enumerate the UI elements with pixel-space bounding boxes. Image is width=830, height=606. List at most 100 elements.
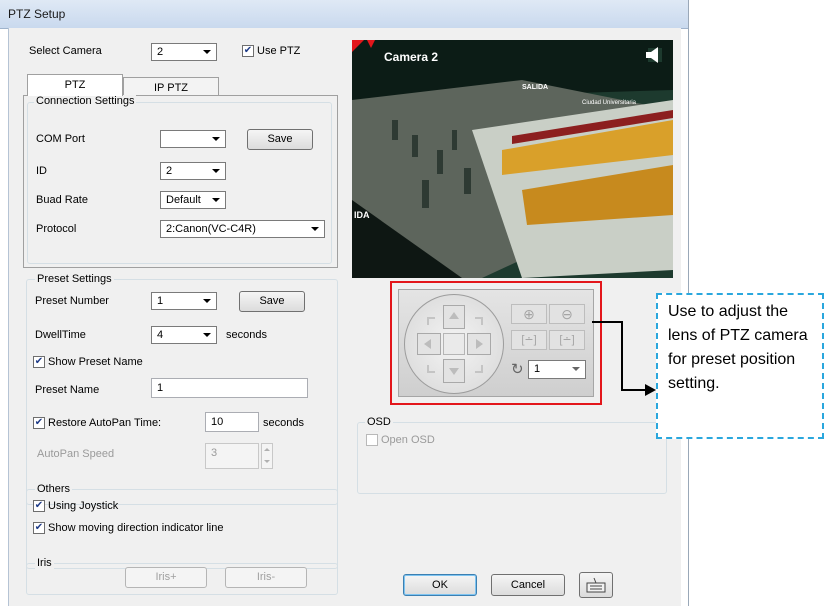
zoom-in-icon[interactable]: ⊕ [511,304,547,324]
arrow-left-icon [424,339,431,349]
chevron-down-icon [212,137,220,141]
pan-center-button[interactable] [443,333,465,355]
chevron-down-icon [203,50,211,54]
preset-name-input[interactable]: 1 [151,378,308,398]
ptz-control-highlight: ⊕ ⊖ [∸] [∸] ↻ 1 [390,281,602,405]
callout-connector-vertical [621,321,623,391]
osd-group [357,422,667,494]
keyboard-button[interactable] [579,572,613,598]
com-port-dropdown[interactable] [160,130,226,148]
com-port-label: COM Port [36,133,85,145]
callout-connector-horizontal [592,321,623,323]
arrow-up-icon [449,312,459,319]
dwell-time-unit: seconds [226,329,267,341]
chevron-down-icon [212,198,220,202]
dwell-time-label: DwellTime [35,329,86,341]
chevron-down-icon [311,227,319,231]
use-ptz-checkbox[interactable]: ✔ [242,45,254,57]
connection-settings-title: Connection Settings [34,95,137,107]
tab-ip-ptz[interactable]: IP PTZ [123,77,219,97]
preset-settings-title: Preset Settings [35,273,114,285]
iris-minus-button[interactable]: Iris- [225,567,307,588]
connection-save-button[interactable]: Save [247,129,313,150]
show-direction-line-checkbox[interactable]: ✔ [33,522,45,534]
dwell-time-dropdown[interactable]: 4 [151,326,217,344]
focus-near-icon[interactable]: [∸] [511,330,547,350]
camera-marker-icon [366,40,376,48]
iris-plus-button[interactable]: Iris+ [125,567,207,588]
protocol-value: 2:Canon(VC-C4R) [166,223,256,235]
restore-autopan-checkbox[interactable]: ✔ [33,417,45,429]
audio-icon[interactable] [644,48,664,64]
focus-far-icon[interactable]: [∸] [549,330,585,350]
chevron-down-icon [212,169,220,173]
open-osd-label: Open OSD [381,434,435,446]
dialog-body: Select Camera 2 ✔ Use PTZ PTZ IP PTZ Con… [8,28,681,606]
select-camera-label: Select Camera [29,45,102,57]
baud-rate-label: Buad Rate [36,194,88,206]
chevron-down-icon [203,333,211,337]
protocol-dropdown[interactable]: 2:Canon(VC-C4R) [160,220,325,238]
use-ptz-label: Use PTZ [257,45,301,57]
window-title: PTZ Setup [8,7,66,21]
direction-pad[interactable] [404,294,504,394]
station-sign-salida: SALIDA [522,84,549,91]
spin-down-icon[interactable] [264,460,270,463]
baud-rate-dropdown[interactable]: Default [160,191,226,209]
connection-settings-group [27,102,332,264]
ok-button[interactable]: OK [403,574,477,596]
cancel-button[interactable]: Cancel [491,574,565,596]
preset-save-button[interactable]: Save [239,291,305,312]
callout-text: Use to adjust the lens of PTZ camera for… [668,303,808,392]
show-preset-name-label: Show Preset Name [48,356,143,368]
iris-title: Iris [35,557,54,569]
others-title: Others [35,483,73,495]
ptz-speed-value: 1 [534,363,541,375]
autopan-speed-input[interactable]: 3 [205,443,259,469]
tab-ptz[interactable]: PTZ [27,74,123,96]
spin-up-icon[interactable] [264,448,270,451]
station-sign-ida: IDA [354,210,370,220]
select-camera-dropdown[interactable]: 2 [151,43,217,61]
arrow-down-left-icon[interactable] [427,365,435,373]
title-bar: PTZ Setup [0,0,688,29]
arrow-up-left-icon[interactable] [427,317,435,325]
show-direction-line-label: Show moving direction indicator line [48,522,224,534]
camera-preview-image [352,40,673,278]
preset-number-dropdown[interactable]: 1 [151,292,217,310]
ptz-setup-dialog: PTZ Setup Select Camera 2 ✔ Use PTZ PTZ … [0,0,689,606]
camera-preview: Camera 2 SALIDA Ciudad Universitaria IDA [352,40,673,278]
preset-number-value: 1 [157,295,164,307]
camera-overlay-label: Camera 2 [384,50,439,64]
select-camera-value: 2 [157,46,164,58]
arrow-down-right-icon[interactable] [475,365,483,373]
arrow-right-icon [476,339,483,349]
osd-title: OSD [365,416,393,428]
using-joystick-checkbox[interactable]: ✔ [33,500,45,512]
id-dropdown[interactable]: 2 [160,162,226,180]
ptz-speed-dropdown[interactable]: 1 [528,360,586,379]
restore-autopan-input[interactable]: 10 [205,412,259,432]
chevron-down-icon [203,299,211,303]
chevron-down-icon [572,367,580,371]
baud-rate-value: Default [166,194,201,206]
autopan-speed-label: AutoPan Speed [37,448,115,460]
station-sign-name: Ciudad Universitaria [582,100,637,106]
ptz-speed-icon: ↻ [511,361,524,378]
arrow-up-right-icon[interactable] [475,317,483,325]
callout-box: Use to adjust the lens of PTZ camera for… [656,293,824,439]
dwell-time-value: 4 [157,329,164,341]
id-value: 2 [166,165,173,177]
zoom-out-icon[interactable]: ⊖ [549,304,585,324]
callout-connector-arrow-line [621,389,647,391]
open-osd-checkbox[interactable] [366,434,378,446]
autopan-speed-spinner[interactable] [261,443,273,469]
protocol-label: Protocol [36,223,77,235]
preset-number-label: Preset Number [35,295,109,307]
id-label: ID [36,165,47,177]
callout-arrow-icon [645,384,656,396]
keyboard-icon [586,577,606,593]
ptz-tab-panel: Connection Settings COM Port Save ID 2 B… [23,95,338,268]
restore-autopan-label: Restore AutoPan Time: [48,417,162,429]
show-preset-name-checkbox[interactable]: ✔ [33,356,45,368]
